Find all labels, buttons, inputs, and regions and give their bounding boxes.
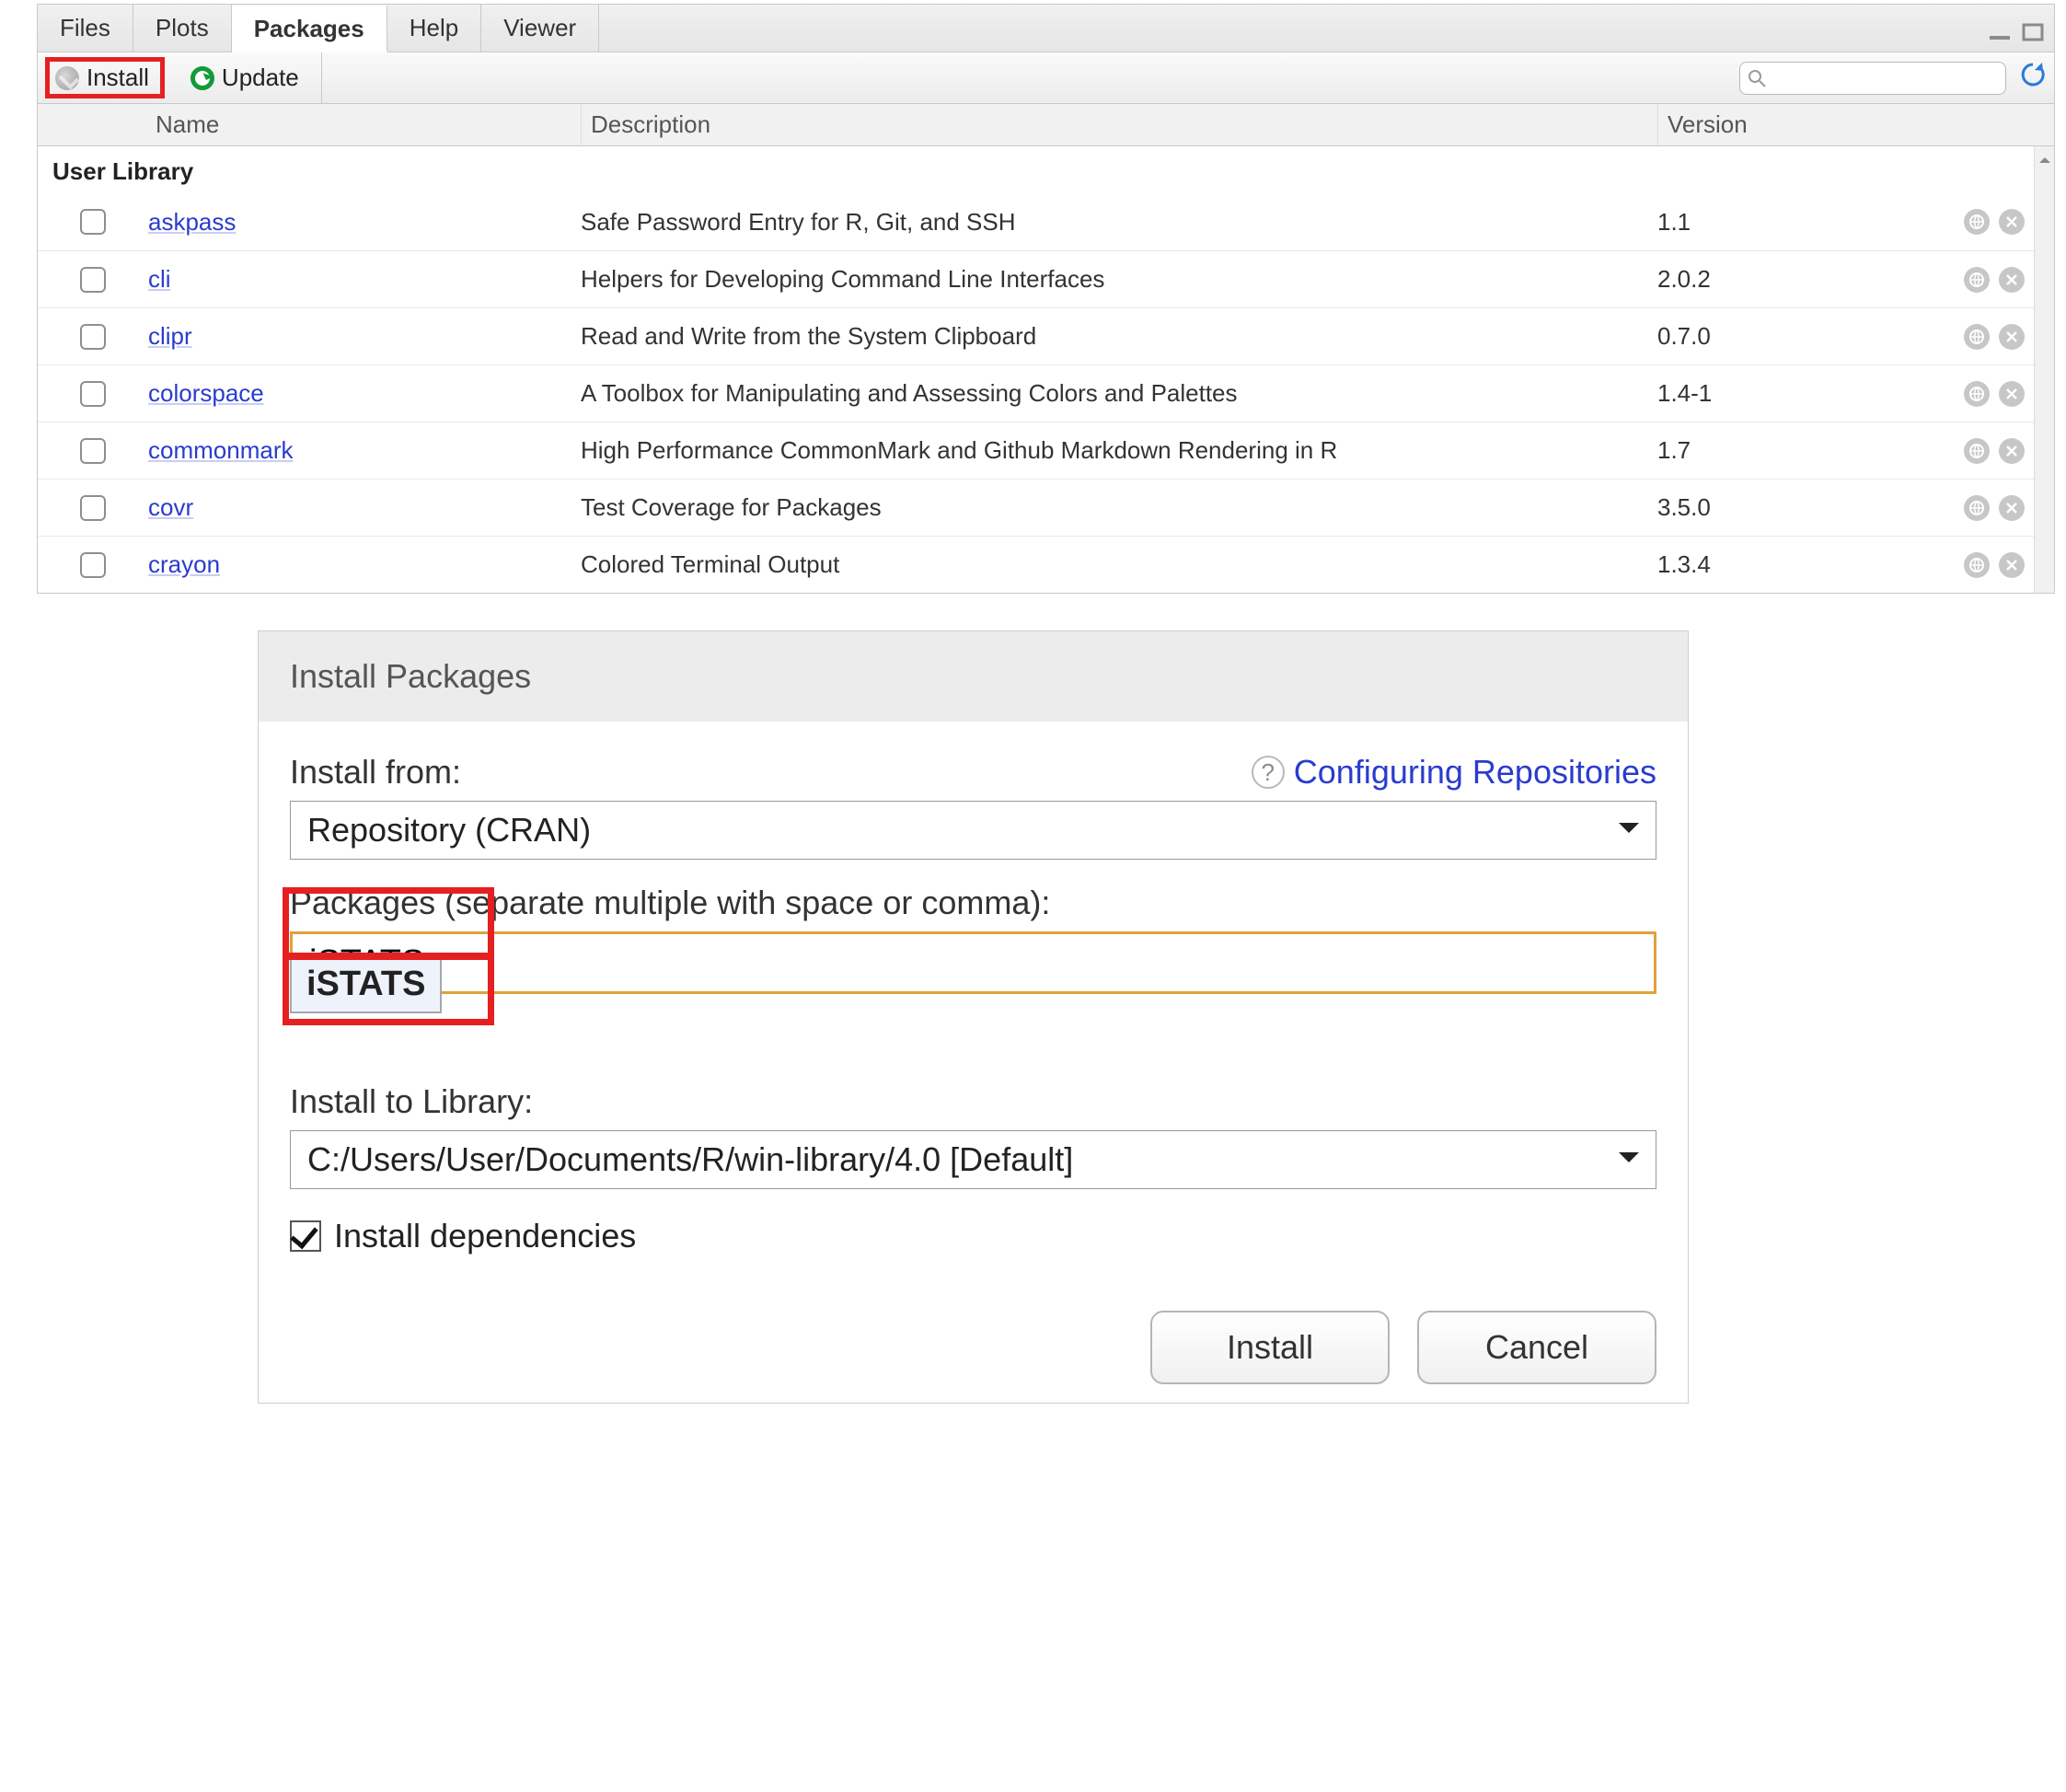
package-version: 1.7 (1657, 436, 1906, 465)
chevron-down-icon (1619, 1152, 1639, 1173)
tab-viewer[interactable]: Viewer (481, 5, 599, 52)
header-name[interactable]: Name (148, 110, 581, 139)
install-packages-dialog: Install Packages Install from: ? Configu… (258, 630, 1689, 1404)
package-name-link[interactable]: crayon (148, 550, 581, 579)
package-description: A Toolbox for Manipulating and Assessing… (581, 379, 1657, 408)
packages-label: Packages (separate multiple with space o… (290, 884, 1050, 922)
remove-icon[interactable] (1999, 267, 2025, 293)
package-version: 2.0.2 (1657, 265, 1906, 294)
globe-icon[interactable] (1964, 552, 1990, 578)
chevron-down-icon (1619, 823, 1639, 843)
install-confirm-button[interactable]: Install (1150, 1311, 1390, 1384)
tab-help[interactable]: Help (387, 5, 481, 52)
table-row: crayonColored Terminal Output1.3.4 (38, 536, 2054, 593)
tab-files[interactable]: Files (38, 5, 133, 52)
remove-icon[interactable] (1999, 209, 2025, 235)
header-description[interactable]: Description (581, 104, 1657, 145)
install-to-label: Install to Library: (290, 1082, 533, 1121)
install-to-select[interactable]: C:/Users/User/Documents/R/win-library/4.… (290, 1130, 1656, 1189)
package-description: High Performance CommonMark and Github M… (581, 436, 1657, 465)
maximize-icon[interactable] (2021, 19, 2045, 38)
package-name-link[interactable]: askpass (148, 208, 581, 237)
install-from-value: Repository (CRAN) (307, 811, 591, 850)
package-checkbox[interactable] (80, 324, 106, 350)
remove-icon[interactable] (1999, 324, 2025, 350)
table-row: covrTest Coverage for Packages3.5.0 (38, 479, 2054, 536)
table-row: cliHelpers for Developing Command Line I… (38, 250, 2054, 307)
table-row: askpassSafe Password Entry for R, Git, a… (38, 193, 2054, 250)
tab-packages[interactable]: Packages (232, 6, 387, 52)
header-version[interactable]: Version (1657, 104, 1906, 145)
packages-panel: Files Plots Packages Help Viewer Install… (37, 4, 2055, 594)
install-from-select[interactable]: Repository (CRAN) (290, 801, 1656, 860)
globe-icon[interactable] (1964, 324, 1990, 350)
package-checkbox[interactable] (80, 381, 106, 407)
package-description: Safe Password Entry for R, Git, and SSH (581, 208, 1657, 237)
configuring-repositories-link[interactable]: Configuring Repositories (1294, 753, 1656, 792)
package-checkbox[interactable] (80, 495, 106, 521)
scrollbar[interactable] (2034, 146, 2054, 593)
package-name-link[interactable]: commonmark (148, 436, 581, 465)
globe-icon[interactable] (1964, 381, 1990, 407)
install-dependencies-checkbox[interactable] (290, 1220, 321, 1252)
update-button[interactable]: Update (181, 60, 308, 96)
package-checkbox[interactable] (80, 209, 106, 235)
package-checkbox[interactable] (80, 438, 106, 464)
package-description: Test Coverage for Packages (581, 493, 1657, 522)
remove-icon[interactable] (1999, 495, 2025, 521)
install-from-label: Install from: (290, 753, 461, 792)
package-version: 3.5.0 (1657, 493, 1906, 522)
refresh-icon[interactable] (2019, 61, 2047, 95)
package-description: Colored Terminal Output (581, 550, 1657, 579)
remove-icon[interactable] (1999, 381, 2025, 407)
column-headers: Name Description Version (38, 104, 2054, 146)
package-table: User Library askpassSafe Password Entry … (38, 146, 2054, 593)
package-name-link[interactable]: covr (148, 493, 581, 522)
update-icon (190, 66, 214, 90)
tab-plots[interactable]: Plots (133, 5, 232, 52)
help-icon[interactable]: ? (1252, 756, 1285, 789)
package-description: Read and Write from the System Clipboard (581, 322, 1657, 351)
remove-icon[interactable] (1999, 552, 2025, 578)
table-row: cliprRead and Write from the System Clip… (38, 307, 2054, 364)
globe-icon[interactable] (1964, 267, 1990, 293)
package-name-link[interactable]: colorspace (148, 379, 581, 408)
package-version: 0.7.0 (1657, 322, 1906, 351)
install-to-value: C:/Users/User/Documents/R/win-library/4.… (307, 1140, 1073, 1179)
globe-icon[interactable] (1964, 209, 1990, 235)
table-row: commonmarkHigh Performance CommonMark an… (38, 422, 2054, 479)
table-row: colorspaceA Toolbox for Manipulating and… (38, 364, 2054, 422)
autocomplete-suggestion[interactable]: iSTATS (290, 955, 442, 1013)
package-description: Helpers for Developing Command Line Inte… (581, 265, 1657, 294)
dialog-title: Install Packages (259, 631, 1688, 722)
package-name-link[interactable]: cli (148, 265, 581, 294)
search-input[interactable] (1739, 62, 2006, 95)
globe-icon[interactable] (1964, 438, 1990, 464)
globe-icon[interactable] (1964, 495, 1990, 521)
toolbar: Install Update (38, 52, 2054, 104)
install-label: Install (87, 64, 149, 92)
package-version: 1.1 (1657, 208, 1906, 237)
tab-bar: Files Plots Packages Help Viewer (38, 5, 2054, 52)
package-name-link[interactable]: clipr (148, 322, 581, 351)
install-dependencies-label: Install dependencies (334, 1217, 636, 1255)
group-user-library: User Library (38, 146, 2054, 193)
install-button[interactable]: Install (45, 57, 165, 98)
package-checkbox[interactable] (80, 552, 106, 578)
package-version: 1.3.4 (1657, 550, 1906, 579)
package-version: 1.4-1 (1657, 379, 1906, 408)
remove-icon[interactable] (1999, 438, 2025, 464)
install-icon (55, 66, 79, 90)
packages-input[interactable] (290, 931, 1656, 994)
update-label: Update (222, 64, 299, 92)
minimize-icon[interactable] (1988, 19, 2012, 38)
search-icon (1748, 69, 1766, 87)
package-checkbox[interactable] (80, 267, 106, 293)
cancel-button[interactable]: Cancel (1417, 1311, 1656, 1384)
